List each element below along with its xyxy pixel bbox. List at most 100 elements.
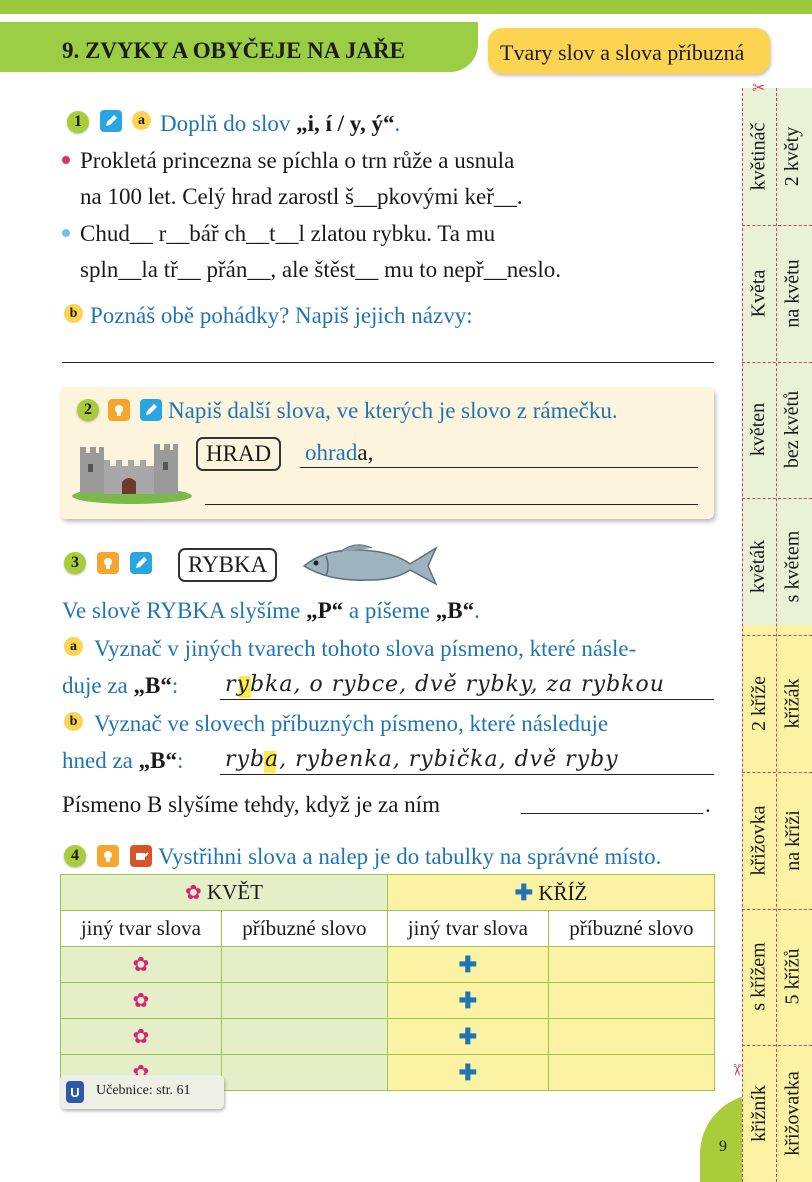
framed-word-rybka: RYBKA <box>178 548 278 582</box>
table-cell[interactable] <box>547 1018 716 1055</box>
bullet-blue <box>62 229 70 237</box>
cut-strip-word-text: bez květů <box>781 391 804 469</box>
cross-icon: ✚ <box>514 879 534 905</box>
cut-line <box>742 498 812 500</box>
cross-icon: ✚ <box>458 1023 478 1049</box>
table-cell[interactable]: ✚ <box>386 982 549 1019</box>
ex3-conclusion-end: . <box>705 792 711 817</box>
cut-strip-word-text: křižník <box>747 1085 770 1142</box>
cut-strip-word[interactable]: křižovatka <box>776 1045 810 1182</box>
exercise-number-3: 3 <box>64 552 86 574</box>
table-cell[interactable]: ✚ <box>386 1054 549 1091</box>
cut-strip-word-text: s květem <box>781 530 804 603</box>
castle-image <box>70 438 195 509</box>
ex3-a-handwriting: rybka, o rybce, dvě rybky, za rybkou <box>225 672 665 697</box>
flower-icon: ✿ <box>132 1026 150 1048</box>
pencil-icon <box>140 399 162 421</box>
bullet-pink <box>62 156 70 164</box>
answer-line[interactable] <box>521 813 703 814</box>
ex3-b-line1: Vyznač ve slovech příbuzných písmeno, kt… <box>94 711 609 736</box>
table-row: ✿ ✚ <box>60 1018 716 1055</box>
framed-word-hrad: HRAD <box>196 437 282 471</box>
cut-strip-word[interactable]: květák <box>742 498 776 635</box>
sub-label-a: a <box>132 111 151 130</box>
cut-strip-word-text: křižovka <box>747 805 770 876</box>
ex1-instruction: Doplň do slov „i, í / y, ý“. <box>160 111 401 136</box>
table-subheader: příbuzné slovo <box>220 910 388 947</box>
cut-strip-word[interactable]: 2 kříže <box>742 635 776 772</box>
cut-line <box>742 224 812 226</box>
table-cell[interactable]: ✚ <box>386 1018 549 1055</box>
cut-strip-word-text: Květa <box>747 269 770 318</box>
cut-strip-word[interactable]: květináč <box>742 88 776 225</box>
page-number: 9 <box>719 1138 727 1155</box>
cut-strip-word-text: květen <box>747 403 770 457</box>
table-cell[interactable] <box>220 1018 388 1055</box>
answer-line[interactable] <box>220 699 714 700</box>
lightbulb-icon <box>108 399 130 421</box>
lightbulb-icon <box>97 552 119 574</box>
table-cell[interactable] <box>220 946 388 983</box>
pencil-icon <box>130 552 152 574</box>
cut-strip-word[interactable]: s křížem <box>742 909 776 1046</box>
ex3-b-handwriting: ryba, rybenka, rybička, dvě ryby <box>225 747 619 772</box>
ex2-example: ohrada, <box>305 440 374 465</box>
exercise-number-2: 2 <box>77 399 99 421</box>
cut-line <box>742 361 812 363</box>
exercise-number-1: 1 <box>67 111 89 133</box>
table-cell[interactable]: ✚ <box>386 946 549 983</box>
cut-line <box>742 635 812 636</box>
cut-strip-word[interactable]: křížák <box>776 635 810 772</box>
table-cell[interactable] <box>220 1054 388 1091</box>
table-cell[interactable] <box>220 982 388 1019</box>
ex3-a-line2: duje za „B“: <box>62 673 179 698</box>
table-cell[interactable] <box>547 946 716 983</box>
cut-strip-word[interactable]: 5 křížů <box>776 909 810 1046</box>
table-cell[interactable]: ✿ <box>60 1018 222 1055</box>
table-subheader: příbuzné slovo <box>547 910 716 947</box>
cut-strip-word[interactable]: 2 květy <box>776 88 810 225</box>
answer-line[interactable] <box>300 467 698 468</box>
cut-strip-word-text: 2 kříže <box>747 675 770 731</box>
textbook-ref: Učebnice: str. 61 <box>96 1083 191 1098</box>
table-cell[interactable]: ✿ <box>60 946 222 983</box>
cut-strip-word[interactable]: bez květů <box>776 362 810 499</box>
ex1-bullet2-line2: spln__la tř__ přán__, ale štěst__ mu to … <box>80 257 562 282</box>
sorting-table: ✿ KVĚT ✚ KŘÍŽ jiný tvar slova příbuzné s… <box>60 874 716 1091</box>
answer-line[interactable] <box>205 504 698 505</box>
cut-strip-word-text: květináč <box>747 122 770 191</box>
answer-line[interactable] <box>62 362 714 363</box>
table-subheader: jiný tvar slova <box>386 910 549 947</box>
answer-line[interactable] <box>220 774 714 775</box>
cut-strip-word[interactable]: květen <box>742 362 776 499</box>
table-subheader: jiný tvar slova <box>60 910 222 947</box>
table-cell[interactable]: ✿ <box>60 982 222 1019</box>
cross-icon: ✚ <box>458 1059 478 1085</box>
table-row: ✿ ✚ <box>60 982 716 1019</box>
cut-strip-word-text: květák <box>747 539 770 594</box>
cut-strip-word[interactable]: na květu <box>776 225 810 362</box>
cut-strip-word[interactable]: křižník <box>742 1045 776 1182</box>
ex1-bullet2-line1: Chud__ r__bář ch__t__l zlatou rybku. Ta … <box>80 221 496 246</box>
cut-strip-word[interactable]: křižovka <box>742 772 776 909</box>
table-cell[interactable] <box>547 982 716 1019</box>
sub-label-b: b <box>64 712 83 731</box>
top-band <box>0 0 812 14</box>
ex3-b-line2: hned za „B“: <box>62 748 184 773</box>
ex1-question-b: Poznáš obě pohádky? Napiš jejich názvy: <box>90 303 473 328</box>
lightbulb-icon <box>97 845 119 867</box>
pencil-icon <box>100 110 122 132</box>
flower-icon: ✿ <box>132 990 150 1012</box>
cut-line <box>742 1045 812 1047</box>
cut-strip-word-text: 5 křížů <box>781 948 804 1005</box>
ex3-conclusion: Písmeno B slyšíme tehdy, když je za ním <box>62 792 440 817</box>
cut-strip-word-text: na kříži <box>781 809 804 871</box>
ex2-instruction: Napiš další slova, ve kterých je slovo z… <box>168 398 618 423</box>
cross-icon: ✚ <box>458 987 478 1013</box>
cut-strip-word[interactable]: Květa <box>742 225 776 362</box>
table-cell[interactable] <box>547 1054 716 1091</box>
cut-strip-word[interactable]: na kříži <box>776 772 810 909</box>
col-group-kvet: ✿ KVĚT <box>60 874 388 911</box>
cut-strip-word[interactable]: s květem <box>776 498 810 635</box>
cut-line <box>742 771 812 773</box>
